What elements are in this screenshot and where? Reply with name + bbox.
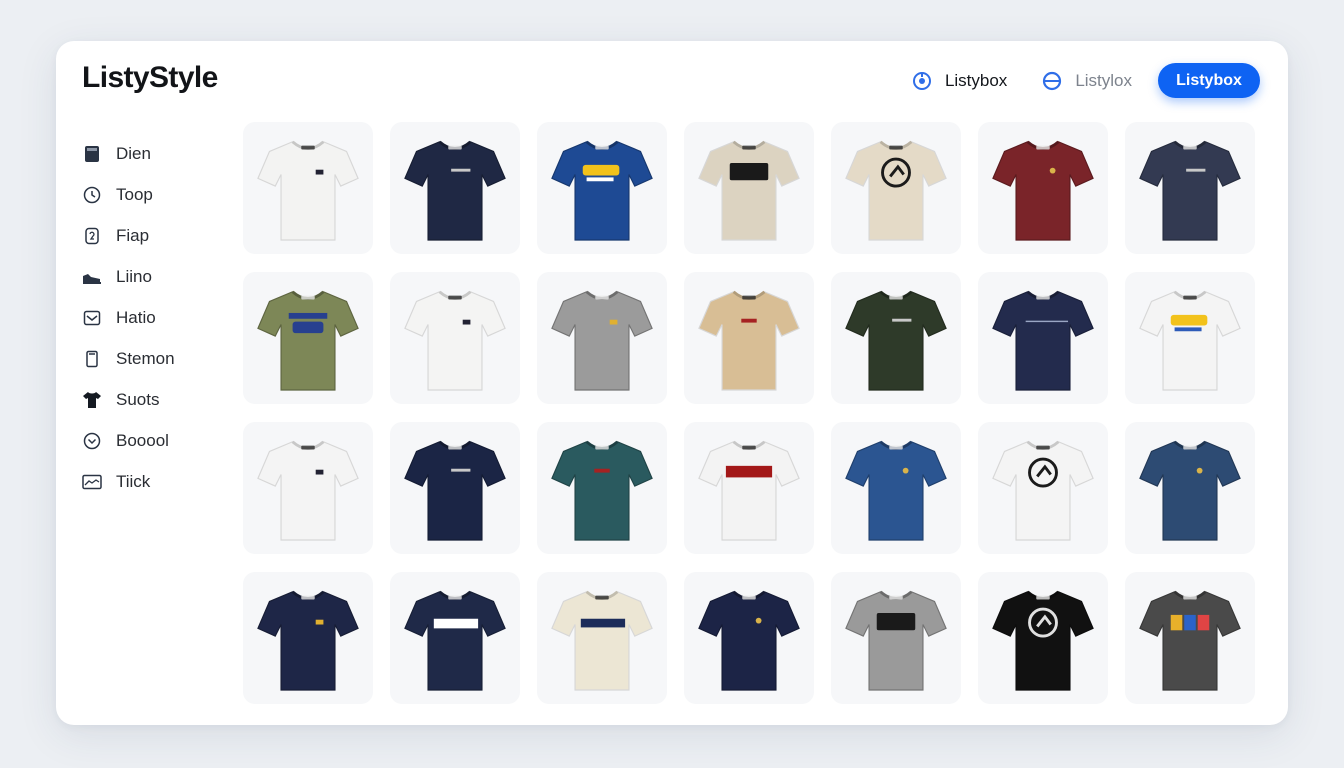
sidebar-item-label: Stemon: [116, 348, 175, 368]
product-card[interactable]: [537, 272, 667, 404]
nav-link-label: Listybox: [944, 70, 1008, 90]
tshirt-image: [698, 590, 800, 691]
clock-icon: [82, 185, 102, 205]
product-card[interactable]: [684, 572, 814, 704]
product-card[interactable]: [1125, 272, 1255, 404]
shoe-icon: [82, 267, 102, 287]
sidebar-item-label: Toop: [116, 184, 153, 204]
product-card[interactable]: [243, 572, 373, 704]
product-card[interactable]: [831, 422, 961, 554]
mail-icon: [82, 308, 102, 328]
tshirt-image: [404, 140, 506, 241]
tshirt-icon: [82, 390, 102, 410]
tshirt-image: [845, 140, 947, 241]
tshirt-image: [845, 590, 947, 691]
tshirt-image: [257, 590, 359, 691]
tshirt-image: [992, 290, 1094, 391]
sidebar-item-label: Dien: [116, 143, 151, 163]
chart-icon: [82, 472, 102, 492]
product-card[interactable]: [537, 422, 667, 554]
tshirt-image: [992, 140, 1094, 241]
sidebar-item-label: Suots: [116, 389, 160, 409]
sidebar-item-hatio[interactable]: Hatio: [82, 297, 222, 338]
tshirt-image: [257, 140, 359, 241]
product-card[interactable]: [537, 572, 667, 704]
tshirt-image: [698, 440, 800, 541]
product-card[interactable]: [243, 122, 373, 254]
target-icon: [911, 70, 933, 92]
app-window: ListyStyle Listybox Listylox Listybox Di…: [56, 41, 1288, 725]
tshirt-image: [404, 590, 506, 691]
tshirt-image: [1139, 290, 1241, 391]
product-card[interactable]: [1125, 422, 1255, 554]
nav-link-listybox[interactable]: Listybox: [911, 70, 1007, 92]
product-card[interactable]: [684, 422, 814, 554]
nav-link-label: Listylox: [1075, 70, 1132, 90]
tshirt-image: [698, 140, 800, 241]
product-card[interactable]: [537, 122, 667, 254]
nav-link-listylox[interactable]: Listylox: [1041, 70, 1132, 92]
product-card[interactable]: [978, 272, 1108, 404]
product-card[interactable]: [390, 572, 520, 704]
tshirt-image: [1139, 140, 1241, 241]
tshirt-image: [551, 590, 653, 691]
tshirt-image: [551, 140, 653, 241]
product-card[interactable]: [684, 122, 814, 254]
sidebar-item-label: Hatio: [116, 307, 156, 327]
tshirt-image: [1139, 590, 1241, 691]
sidebar-item-tiick[interactable]: Tiick: [82, 461, 222, 502]
sidebar-item-label: Liino: [116, 266, 152, 286]
globe-icon: [1041, 70, 1063, 92]
product-card[interactable]: [390, 122, 520, 254]
sidebar-item-suots[interactable]: Suots: [82, 379, 222, 420]
tshirt-image: [551, 440, 653, 541]
product-card[interactable]: [978, 122, 1108, 254]
sidebar-item-label: Fiap: [116, 225, 150, 245]
sidebar-item-fiap[interactable]: Fiap: [82, 215, 222, 256]
sidebar: Dien Toop Fiap Liino Hatio Stemon Suots: [82, 133, 222, 502]
tshirt-image: [257, 290, 359, 391]
product-card[interactable]: [390, 422, 520, 554]
sidebar-item-stemon[interactable]: Stemon: [82, 338, 222, 379]
product-card[interactable]: [243, 272, 373, 404]
tshirt-image: [257, 440, 359, 541]
product-card[interactable]: [243, 422, 373, 554]
tshirt-image: [845, 290, 947, 391]
sidebar-item-toop[interactable]: Toop: [82, 174, 222, 215]
sidebar-item-label: Booool: [116, 430, 169, 450]
product-card[interactable]: [390, 272, 520, 404]
product-card[interactable]: [684, 272, 814, 404]
book-icon: [82, 144, 102, 164]
product-card[interactable]: [1125, 122, 1255, 254]
product-card[interactable]: [831, 122, 961, 254]
tshirt-image: [698, 290, 800, 391]
tshirt-image: [404, 440, 506, 541]
tshirt-image: [992, 590, 1094, 691]
product-card[interactable]: [1125, 572, 1255, 704]
tshirt-image: [845, 440, 947, 541]
sidebar-item-booool[interactable]: Booool: [82, 420, 222, 461]
sidebar-item-dien[interactable]: Dien: [82, 133, 222, 174]
sidebar-item-liino[interactable]: Liino: [82, 256, 222, 297]
brand-logo[interactable]: ListyStyle: [82, 61, 218, 95]
product-card[interactable]: [978, 572, 1108, 704]
tshirt-image: [1139, 440, 1241, 541]
product-card[interactable]: [978, 422, 1108, 554]
primary-button[interactable]: Listybox: [1158, 63, 1260, 98]
tshirt-image: [404, 290, 506, 391]
product-card[interactable]: [831, 272, 961, 404]
tag-icon: [82, 226, 102, 246]
tshirt-image: [992, 440, 1094, 541]
tshirt-image: [551, 290, 653, 391]
product-card[interactable]: [831, 572, 961, 704]
phone-icon: [82, 349, 102, 369]
sidebar-item-label: Tiick: [116, 471, 151, 491]
product-grid: [243, 122, 1255, 704]
top-nav: Listybox Listylox Listybox: [877, 63, 1260, 98]
chevron-circle-icon: [82, 431, 102, 451]
